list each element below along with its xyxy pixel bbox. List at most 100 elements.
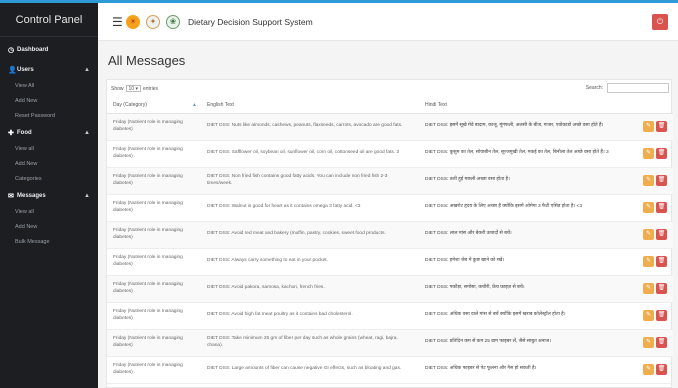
- chevron-up-icon: ▲: [84, 130, 90, 136]
- cell-actions: ✎ 🗑: [627, 302, 673, 330]
- sidebar-item-users[interactable]: 👤 Users ▲: [0, 61, 98, 79]
- cell-actions: ✎ 🗑: [627, 221, 673, 249]
- dashboard-icon: ◷: [8, 47, 15, 54]
- delete-button[interactable]: 🗑: [656, 310, 667, 321]
- edit-button[interactable]: ✎: [643, 229, 654, 240]
- chevron-up-icon: ▲: [84, 67, 90, 73]
- logo-institute-icon: ❀: [166, 14, 180, 29]
- entries-select[interactable]: 10 ▾: [125, 85, 141, 92]
- top-bar: ☰ ☀ ✦ ❀ Dietary Decision Support System …: [98, 3, 678, 41]
- delete-button[interactable]: 🗑: [656, 229, 667, 240]
- cell-hindi: DIET DSS: अधिक फाइबर से पेट फूलना और गैस…: [419, 356, 627, 384]
- table-controls: Show 10 ▾ entries Search:: [107, 80, 673, 96]
- table-row: Friday (Nutrient role in managing diabet…: [107, 302, 673, 330]
- table-row: Friday (Nutrient role in managing diabet…: [107, 140, 673, 168]
- cell-day: Friday (Nutrient role in managing diabet…: [107, 194, 201, 222]
- sidebar: Control Panel ◷ Dashboard 👤 Users ▲ View…: [0, 3, 98, 388]
- table-row: Friday (Nutrient role in managing diabet…: [107, 329, 673, 357]
- cell-actions: ✎ 🗑: [627, 167, 673, 195]
- column-header-english[interactable]: English Text: [201, 98, 419, 114]
- show-label: Show: [111, 85, 124, 92]
- table-row: Friday (Nutrient role in managing diabet…: [107, 356, 673, 384]
- logo-emblem-icon: ✦: [146, 14, 160, 29]
- sidebar-subitem-view-all-messages[interactable]: View all: [0, 205, 98, 220]
- sidebar-item-messages[interactable]: ✉ Messages ▲: [0, 187, 98, 205]
- sidebar-subitem-reset-password[interactable]: Reset Password: [0, 109, 98, 124]
- delete-button[interactable]: 🗑: [656, 175, 667, 186]
- messages-icon: ✉: [8, 193, 14, 200]
- sidebar-subitem-categories[interactable]: Categories: [0, 172, 98, 187]
- table-row: Friday (Nutrient role in managing diabet…: [107, 167, 673, 195]
- cell-day: Friday (Nutrient role in managing diabet…: [107, 356, 201, 384]
- cell-english: DIET DSS: Avoid red meat and bakery (muf…: [201, 221, 419, 249]
- delete-button[interactable]: 🗑: [656, 337, 667, 348]
- cell-day: Friday (Nutrient role in managing diabet…: [107, 302, 201, 330]
- sidebar-subitem-view-all-users[interactable]: View All: [0, 79, 98, 94]
- system-title: Dietary Decision Support System: [188, 16, 313, 27]
- sidebar-subitem-bulk-message[interactable]: Bulk Message: [0, 235, 98, 250]
- cell-hindi: DIET DSS: पकौड़ा, समोसा, कचौरी, फ्रेंच फ…: [419, 275, 627, 303]
- edit-button[interactable]: ✎: [643, 310, 654, 321]
- edit-button[interactable]: ✎: [643, 175, 654, 186]
- edit-button[interactable]: ✎: [643, 256, 654, 267]
- cell-hindi: DIET DSS: अधिक वसा वाले मांस से बचें क्य…: [419, 302, 627, 330]
- cell-day: Friday (Nutrient role in managing diabet…: [107, 113, 201, 141]
- sidebar-subitem-add-food[interactable]: Add New: [0, 157, 98, 172]
- column-header-day[interactable]: Day (Category) ▲: [107, 98, 201, 114]
- delete-button[interactable]: 🗑: [656, 148, 667, 159]
- cell-english: DIET DSS: Walnut is good for heart as it…: [201, 194, 419, 222]
- edit-button[interactable]: ✎: [643, 148, 654, 159]
- cell-day: Friday (Nutrient role in managing diabet…: [107, 248, 201, 276]
- table-header-row: Day (Category) ▲ English Text Hindi Text: [107, 98, 673, 114]
- edit-button[interactable]: ✎: [643, 202, 654, 213]
- cell-english: DIET DSS: Large amounts of fiber can cau…: [201, 356, 419, 384]
- entries-control: Show 10 ▾ entries: [111, 85, 158, 92]
- entries-value: 10: [128, 86, 135, 92]
- cell-day: Friday (Nutrient role in managing diabet…: [107, 221, 201, 249]
- sidebar-item-label: Dashboard: [17, 47, 49, 53]
- edit-button[interactable]: ✎: [643, 121, 654, 132]
- table-row: Friday (Nutrient role in managing diabet…: [107, 248, 673, 276]
- sidebar-item-label: Users: [17, 67, 34, 73]
- sidebar-title: Control Panel: [0, 3, 98, 37]
- cell-english: DIET DSS: Always carry something to eat …: [201, 248, 419, 276]
- delete-button[interactable]: 🗑: [656, 256, 667, 267]
- delete-button[interactable]: 🗑: [656, 202, 667, 213]
- column-header-actions: [627, 98, 673, 114]
- sidebar-item-label: Food: [17, 130, 32, 136]
- cell-day: Friday (Nutrient role in managing diabet…: [107, 275, 201, 303]
- search-control: Search:: [586, 83, 669, 93]
- cell-hindi: DIET DSS: प्रतिदिन कम से कम 25 ग्राम फाइ…: [419, 329, 627, 357]
- entries-label: entries: [142, 85, 158, 92]
- table-row: Friday (Nutrient role in managing diabet…: [107, 194, 673, 222]
- logo-sun-icon: ☀: [126, 14, 140, 29]
- cell-english: DIET DSS: Nuts like almonds, cashews, pe…: [201, 113, 419, 141]
- edit-button[interactable]: ✎: [643, 364, 654, 375]
- sidebar-item-dashboard[interactable]: ◷ Dashboard: [0, 39, 98, 61]
- edit-button[interactable]: ✎: [643, 283, 654, 294]
- cell-english: DIET DSS: Avoid high fat meat poultry as…: [201, 302, 419, 330]
- cell-day: Friday (Nutrient role in managing diabet…: [107, 167, 201, 195]
- delete-button[interactable]: 🗑: [656, 121, 667, 132]
- sidebar-item-food[interactable]: ✚ Food ▲: [0, 124, 98, 142]
- sidebar-subitem-add-message[interactable]: Add New: [0, 220, 98, 235]
- sidebar-subitem-view-all-food[interactable]: View all: [0, 142, 98, 157]
- cell-hindi: DIET DSS: तली हुई मछली अच्छा वसा होता है…: [419, 167, 627, 195]
- search-input[interactable]: [607, 83, 669, 93]
- cell-day: Friday (Nutrient role in managing diabet…: [107, 140, 201, 168]
- logout-power-icon[interactable]: ⏻: [652, 14, 668, 30]
- table-row: Friday (Nutrient role in managing diabet…: [107, 113, 673, 141]
- hamburger-menu-icon[interactable]: ☰: [112, 16, 123, 28]
- cell-actions: ✎ 🗑: [627, 113, 673, 141]
- sidebar-subitem-add-user[interactable]: Add New: [0, 94, 98, 109]
- cell-hindi: DIET DSS: कुसुम का तेल, सोयाबीन तेल, सूर…: [419, 140, 627, 168]
- chevron-up-icon: ▲: [84, 193, 90, 199]
- cell-hindi: DIET DSS: लाल मांस और बेकरी उत्पादों से …: [419, 221, 627, 249]
- edit-button[interactable]: ✎: [643, 337, 654, 348]
- cell-actions: ✎ 🗑: [627, 194, 673, 222]
- column-header-hindi[interactable]: Hindi Text: [419, 98, 627, 114]
- cell-actions: ✎ 🗑: [627, 356, 673, 384]
- cell-english: DIET DSS: Avoid pakora, samosa, kachori,…: [201, 275, 419, 303]
- delete-button[interactable]: 🗑: [656, 364, 667, 375]
- delete-button[interactable]: 🗑: [656, 283, 667, 294]
